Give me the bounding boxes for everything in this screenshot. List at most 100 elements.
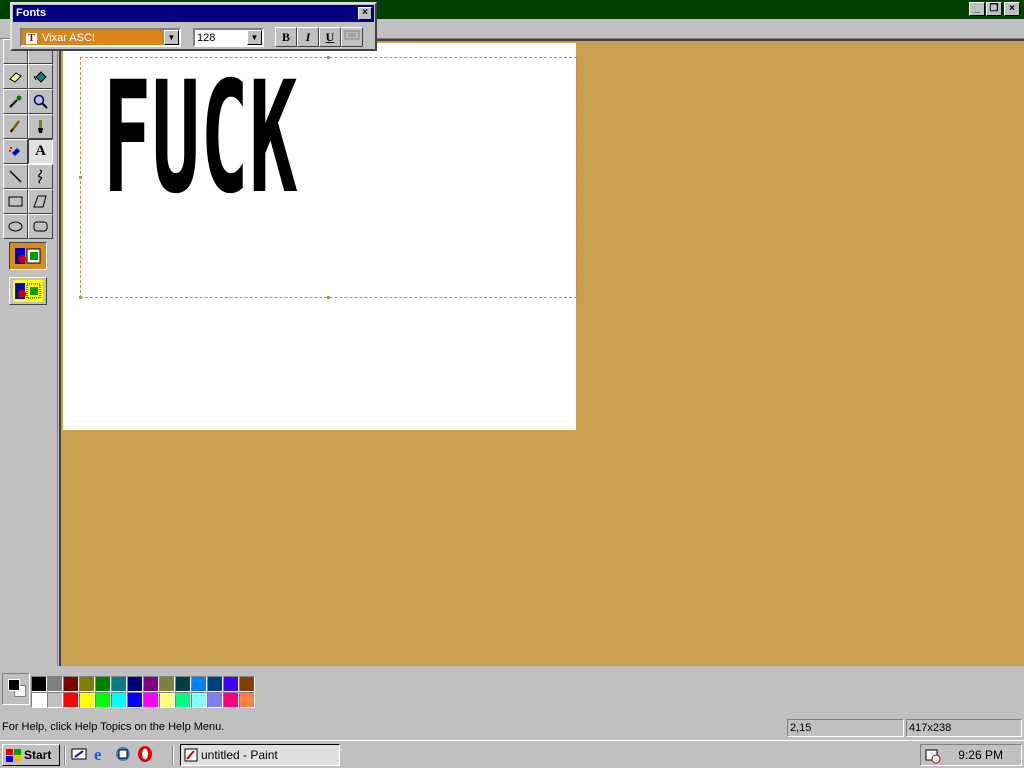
color-swatch[interactable] xyxy=(63,692,79,708)
pencil-icon xyxy=(9,120,21,133)
color-swatch[interactable] xyxy=(63,676,79,692)
rounded-rectangle-tool[interactable] xyxy=(28,214,53,239)
fonts-close-button[interactable]: × xyxy=(358,7,372,20)
color-swatch[interactable] xyxy=(127,692,143,708)
start-label: Start xyxy=(24,748,52,762)
airbrush-tool[interactable] xyxy=(3,139,28,164)
tool-box: A xyxy=(0,39,58,666)
color-swatch[interactable] xyxy=(207,676,223,692)
color-swatch[interactable] xyxy=(159,692,175,708)
color-swatch[interactable] xyxy=(191,676,207,692)
current-colors xyxy=(2,673,30,705)
color-picker-tool[interactable] xyxy=(3,89,28,114)
show-desktop-icon[interactable] xyxy=(70,745,88,763)
resize-handle[interactable] xyxy=(327,296,330,299)
eyedropper-icon xyxy=(9,95,22,108)
font-size-select[interactable]: 128 ▼ xyxy=(193,28,264,47)
letter-a-icon: A xyxy=(35,143,46,159)
color-swatch[interactable] xyxy=(31,692,47,708)
polygon-icon xyxy=(33,195,47,208)
font-name-select[interactable]: T Vixar ASCI ▼ xyxy=(20,28,181,47)
color-swatch[interactable] xyxy=(95,692,111,708)
restore-button[interactable]: ❐ xyxy=(986,2,1002,16)
svg-text:e: e xyxy=(94,745,102,763)
italic-button[interactable]: I xyxy=(297,27,319,47)
color-swatch[interactable] xyxy=(95,676,111,692)
color-swatch[interactable] xyxy=(79,676,95,692)
text-box-selection[interactable]: FUCK xyxy=(79,49,577,299)
color-swatch[interactable] xyxy=(47,692,63,708)
eraser-icon xyxy=(9,72,22,83)
opaque-background-option[interactable] xyxy=(9,242,47,270)
rectangle-icon xyxy=(8,196,23,207)
bold-button[interactable]: B xyxy=(275,27,297,47)
color-swatch[interactable] xyxy=(111,692,127,708)
taskbar-separator xyxy=(172,745,174,765)
ellipse-icon xyxy=(8,221,23,232)
font-name-value: T Vixar ASCI xyxy=(24,31,163,45)
rectangle-tool[interactable] xyxy=(3,189,28,214)
color-swatch[interactable] xyxy=(159,676,175,692)
color-swatch[interactable] xyxy=(143,676,159,692)
magnifier-tool[interactable] xyxy=(28,89,53,114)
fonts-toolbar-title[interactable]: Fonts × xyxy=(13,5,374,22)
tool-grid: A xyxy=(3,39,53,239)
status-bar: For Help, click Help Topics on the Help … xyxy=(0,717,1024,739)
vertical-text-icon xyxy=(344,30,360,40)
canvas-text: FUCK xyxy=(103,49,298,228)
transparent-background-option[interactable] xyxy=(9,277,47,305)
chevron-down-icon[interactable]: ▼ xyxy=(164,30,179,45)
resize-handle[interactable] xyxy=(327,56,330,59)
color-palette xyxy=(31,676,255,708)
pencil-tool[interactable] xyxy=(3,114,28,139)
line-icon xyxy=(9,170,22,183)
quick-launch: e xyxy=(70,745,154,763)
taskbar: Start e untitled - Paint 9:26 PM xyxy=(0,740,1024,768)
brush-tool[interactable] xyxy=(28,114,53,139)
color-swatch[interactable] xyxy=(175,692,191,708)
vertical-text-button[interactable] xyxy=(341,27,363,47)
color-swatch[interactable] xyxy=(239,676,255,692)
drawing-canvas[interactable]: FUCK xyxy=(63,43,577,430)
curve-icon xyxy=(37,169,43,184)
opera-icon[interactable] xyxy=(136,745,154,763)
airbrush-icon xyxy=(9,147,20,156)
resize-handle[interactable] xyxy=(79,296,82,299)
polygon-tool[interactable] xyxy=(28,189,53,214)
underline-button[interactable]: U xyxy=(319,27,341,47)
ellipse-tool[interactable] xyxy=(3,214,28,239)
scheduler-icon[interactable] xyxy=(925,748,941,764)
color-swatch[interactable] xyxy=(239,692,255,708)
resize-handle[interactable] xyxy=(79,176,82,179)
channels-icon[interactable] xyxy=(114,745,132,763)
color-swatch[interactable] xyxy=(175,676,191,692)
color-swatch[interactable] xyxy=(47,676,63,692)
color-swatch[interactable] xyxy=(31,676,47,692)
color-swatch[interactable] xyxy=(223,676,239,692)
chevron-down-icon[interactable]: ▼ xyxy=(247,30,262,45)
line-tool[interactable] xyxy=(3,164,28,189)
text-tool[interactable]: A xyxy=(28,139,53,164)
color-swatch[interactable] xyxy=(223,692,239,708)
start-button[interactable]: Start xyxy=(2,744,60,766)
color-swatch[interactable] xyxy=(207,692,223,708)
fonts-title-label: Fonts xyxy=(16,7,46,19)
color-swatch[interactable] xyxy=(143,692,159,708)
curve-tool[interactable] xyxy=(28,164,53,189)
magnifier-icon xyxy=(33,94,48,109)
close-button[interactable]: × xyxy=(1004,2,1020,16)
minimize-button[interactable]: _ xyxy=(969,2,985,16)
color-swatch[interactable] xyxy=(111,676,127,692)
clock[interactable]: 9:26 PM xyxy=(958,745,1003,765)
windows-logo-icon xyxy=(6,748,21,762)
status-help-text: For Help, click Help Topics on the Help … xyxy=(2,721,225,733)
color-swatch[interactable] xyxy=(79,692,95,708)
rounded-rectangle-icon xyxy=(33,221,48,232)
window-controls: _ ❐ × xyxy=(968,2,1020,16)
color-swatch[interactable] xyxy=(191,692,207,708)
internet-explorer-icon[interactable]: e xyxy=(92,745,110,763)
eraser-tool[interactable] xyxy=(3,64,28,89)
task-paint[interactable]: untitled - Paint xyxy=(180,744,340,766)
fill-tool[interactable] xyxy=(28,64,53,89)
color-swatch[interactable] xyxy=(127,676,143,692)
